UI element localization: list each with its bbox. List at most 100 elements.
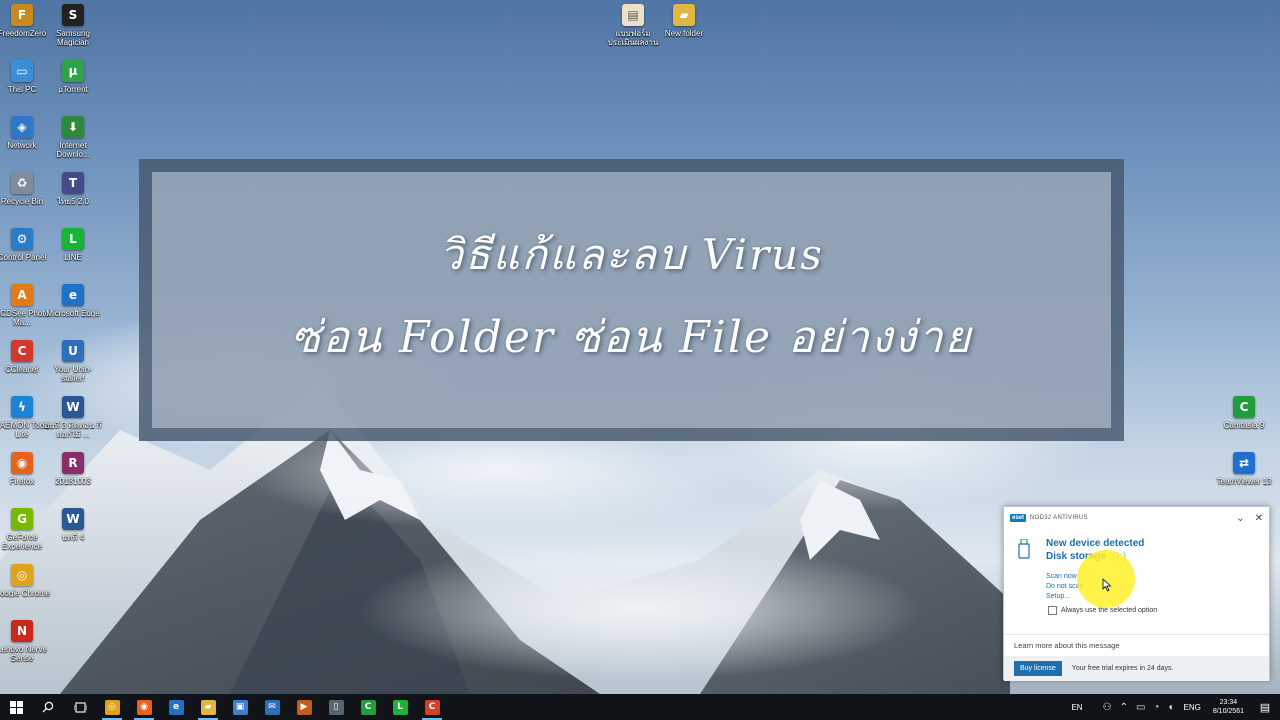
desktop-icon-document[interactable]: ▤ แบบฟอร์ม ประเมินผลงาน <box>605 4 661 58</box>
clock-date: 8/10/2561 <box>1212 708 1244 715</box>
edge-icon: e <box>62 284 84 306</box>
taskbar-app-camtasia[interactable]: C <box>352 694 384 720</box>
desktop-icon-label: LINE <box>64 253 82 262</box>
usb-drive-icon <box>1018 539 1030 559</box>
lenovo-nerve-sense-icon: N <box>11 620 33 642</box>
desktop-icon-google-chrome[interactable]: ◎ Google Chrome <box>0 564 50 618</box>
desktop-icon-label: Internet Downlo... <box>56 141 90 159</box>
desktop-icon-word-document-1[interactable]: W อบที่ 3 ติดตอน กี่ ดอกไม้ ... <box>45 396 101 450</box>
desktop-icon-thai5[interactable]: T ไทย5 2.0 <box>45 172 101 226</box>
show-hidden-icons-chevron-icon[interactable]: ⌃ <box>1116 702 1132 713</box>
eset-logo: eset <box>1010 514 1027 522</box>
taskbar-app-store[interactable]: ▣ <box>224 694 256 720</box>
task-view-icon <box>73 701 87 713</box>
taskbar: ◎ ◉ e ▰ ▣ ✉ ▶ ▯ C L C EN ⚇ ⌃ ▭ ◔ ◖ ENG 2… <box>0 694 1280 720</box>
mouse-pointer-icon <box>1102 578 1112 592</box>
close-icon[interactable]: ✕ <box>1255 513 1263 524</box>
eset-notification: eset NOD32 ANTIVIRUS ⌄ ✕ New device dete… <box>1003 506 1270 681</box>
taskbar-app-media[interactable]: ▶ <box>288 694 320 720</box>
taskbar-app-firefox[interactable]: ◉ <box>128 694 160 720</box>
desktop-icon-camtasia[interactable]: C Camtasia 9 <box>1216 396 1272 450</box>
setup-link[interactable]: Setup... <box>1046 593 1070 600</box>
desktop-icon-word-document-2[interactable]: W บทที่ 4 <box>45 508 101 562</box>
desktop-icon-utorrent[interactable]: µ µTorrent <box>45 60 101 114</box>
edge-icon: e <box>168 699 184 715</box>
this-pc-icon: ▭ <box>11 60 33 82</box>
desktop-icon-label: Samsung Magician <box>56 29 90 47</box>
mail-icon: ✉ <box>264 699 280 715</box>
desktop-icon-winrar-archive[interactable]: R 20181003 <box>45 452 101 506</box>
search-icon <box>42 701 54 713</box>
desktop-icon-label: Google Chrome <box>0 589 51 598</box>
ccleaner-icon: C <box>11 340 33 362</box>
banner-title-line2: ซ่อน Folder ซ่อน File อย่างง่าย <box>290 312 973 363</box>
always-use-checkbox[interactable] <box>1048 606 1057 615</box>
eset-footer: Buy license Your free trial expires in 2… <box>1004 656 1269 681</box>
samsung-magician-icon: S <box>62 4 84 26</box>
clock[interactable]: 23:34 8/10/2561 <box>1207 698 1250 716</box>
desktop-icon-internet-download-manager[interactable]: ⬇ Internet Downlo... <box>45 116 101 170</box>
desktop-icon-microsoft-edge[interactable]: e Microsoft Edge <box>45 284 101 338</box>
people-icon[interactable]: ⚇ <box>1099 702 1116 713</box>
control-panel-icon: ⚙ <box>11 228 33 250</box>
desktop-icon-teamviewer[interactable]: ⇄ TeamViewer 13 <box>1216 452 1272 506</box>
your-uninstaller-icon: U <box>62 340 84 362</box>
desktop-icon-label: µTorrent <box>58 85 88 94</box>
geforce-icon: G <box>11 508 33 530</box>
scan-now-link[interactable]: Scan now <box>1046 573 1077 580</box>
firefox-icon: ◉ <box>11 452 33 474</box>
camtasia-recorder-icon: C <box>424 699 440 715</box>
battery-icon[interactable]: ▭ <box>1132 702 1149 713</box>
language-indicator[interactable]: EN <box>1065 703 1088 712</box>
daemon-tools-icon: ϟ <box>11 396 33 418</box>
desktop-icon-label: Camtasia 9 <box>1223 421 1265 430</box>
chrome-icon: ◎ <box>104 699 120 715</box>
desktop-icon-lenovo-nerve-sense[interactable]: N Lenovo Nerve Sense <box>0 620 50 674</box>
desktop-icon-label: ไทย5 2.0 <box>57 197 89 206</box>
banner-title-line1: วิธีแก้และลบ Virus <box>439 230 824 279</box>
desktop-icon-label: บทที่ 4 <box>61 533 85 542</box>
desktop-icon-your-uninstaller[interactable]: U Your Unin-staller! <box>45 340 101 394</box>
recycle-bin-icon: ♻ <box>11 172 33 194</box>
volume-icon[interactable]: ◖ <box>1163 702 1177 713</box>
desktop-icon-label: 20181003 <box>55 477 91 486</box>
taskbar-app-mail[interactable]: ✉ <box>256 694 288 720</box>
desktop-icon-line[interactable]: L LINE <box>45 228 101 282</box>
word-document-icon: W <box>62 396 84 418</box>
store-icon: ▣ <box>232 699 248 715</box>
acdsee-icon: A <box>11 284 33 306</box>
text-editor-icon: ▯ <box>328 699 344 715</box>
desktop-icon-new-folder[interactable]: ▰ New folder <box>656 4 712 58</box>
word-document-icon: W <box>62 508 84 530</box>
desktop-icon-samsung-magician[interactable]: S Samsung Magician <box>45 4 101 58</box>
taskbar-app-file-explorer[interactable]: ▰ <box>192 694 224 720</box>
taskbar-app-chrome[interactable]: ◎ <box>96 694 128 720</box>
collapse-chevron-icon[interactable]: ⌄ <box>1236 513 1244 524</box>
document-icon: ▤ <box>622 4 644 26</box>
eset-title: New device detected <box>1046 538 1145 549</box>
buy-license-button[interactable]: Buy license <box>1014 661 1062 676</box>
winrar-icon: R <box>62 452 84 474</box>
freedomzero-icon: F <box>11 4 33 26</box>
media-icon: ▶ <box>296 699 312 715</box>
notification-icon: ▤ <box>1259 701 1271 714</box>
network-status-icon[interactable]: ◔ <box>1149 702 1163 713</box>
taskbar-app-text-editor[interactable]: ▯ <box>320 694 352 720</box>
search-button[interactable] <box>32 694 64 720</box>
start-button[interactable] <box>0 694 32 720</box>
firefox-icon: ◉ <box>136 699 152 715</box>
taskbar-app-camtasia-recorder[interactable]: C <box>416 694 448 720</box>
learn-more-link[interactable]: Learn more about this message <box>1004 634 1269 654</box>
camtasia-icon: C <box>360 699 376 715</box>
eset-product-name: NOD32 ANTIVIRUS <box>1030 515 1088 521</box>
task-view-button[interactable] <box>64 694 96 720</box>
taskbar-app-edge[interactable]: e <box>160 694 192 720</box>
action-center-button[interactable]: ▤ <box>1250 694 1280 720</box>
trial-message: Your free trial expires in 24 days. <box>1071 665 1174 672</box>
input-language-indicator[interactable]: ENG <box>1178 703 1207 712</box>
eset-header: eset NOD32 ANTIVIRUS ⌄ ✕ <box>1004 507 1269 529</box>
windows-logo-icon <box>9 700 23 714</box>
clock-time: 23:34 <box>1219 699 1238 706</box>
taskbar-app-line[interactable]: L <box>384 694 416 720</box>
internet-download-manager-icon: ⬇ <box>62 116 84 138</box>
